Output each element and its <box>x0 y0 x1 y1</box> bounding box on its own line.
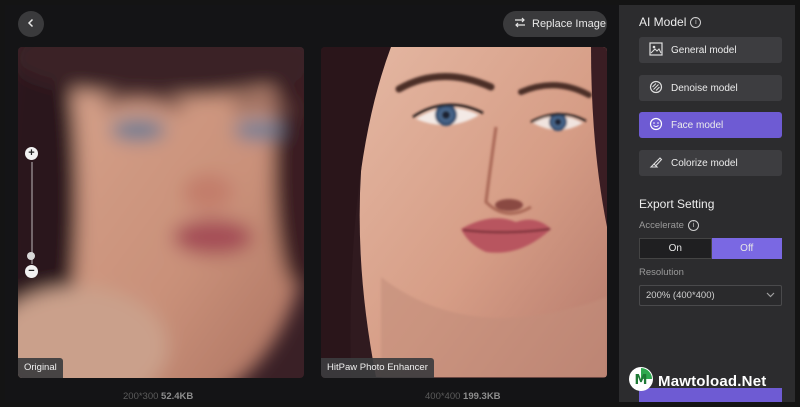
original-dimensions: 200*300 <box>123 391 159 402</box>
settings-sidebar: AI Model i General model Denoise model F… <box>619 5 795 402</box>
colorize-icon <box>649 155 663 172</box>
accelerate-toggle: On Off <box>639 238 782 259</box>
watermark-logo-icon: M <box>628 366 654 397</box>
resolution-label: Resolution <box>639 267 684 278</box>
original-image-panel: Original <box>18 47 304 378</box>
info-icon[interactable]: i <box>690 16 702 28</box>
face-icon <box>649 117 663 134</box>
ai-model-heading: AI Model i <box>639 15 702 29</box>
face-model-label: Face model <box>671 119 724 131</box>
chevron-down-icon <box>766 290 775 301</box>
resolution-value: 200% (400*400) <box>646 290 715 301</box>
ai-model-title: AI Model <box>639 15 687 29</box>
general-model-label: General model <box>671 44 737 56</box>
enhanced-portrait-image <box>321 47 607 378</box>
face-model-button[interactable]: Face model <box>639 112 782 138</box>
svg-text:M: M <box>635 373 648 388</box>
colorize-model-button[interactable]: Colorize model <box>639 150 782 176</box>
original-file-size: 52.4KB <box>161 391 194 402</box>
watermark-text: Mawtoload.Net <box>658 373 767 390</box>
enhanced-tag: HitPaw Photo Enhancer <box>321 358 434 378</box>
enhanced-file-size: 199.3KB <box>463 391 501 402</box>
chevron-left-icon <box>26 15 36 33</box>
watermark: M Mawtoload.Net <box>628 366 766 397</box>
original-file-info: 200*300 52.4KB <box>123 391 193 402</box>
accelerate-label: Accelerate <box>639 220 684 231</box>
resolution-select[interactable]: 200% (400*400) <box>639 285 782 306</box>
replace-image-button[interactable]: Replace Image <box>503 11 607 37</box>
preview-area: Replace Image Original HitPaw Photo Enha… <box>5 5 619 402</box>
denoise-model-label: Denoise model <box>671 82 738 94</box>
colorize-model-label: Colorize model <box>671 157 738 169</box>
denoise-icon <box>649 80 663 97</box>
zoom-out-button[interactable]: − <box>25 265 38 278</box>
image-icon <box>649 41 663 59</box>
original-portrait-image <box>18 47 304 378</box>
zoom-slider-track[interactable] <box>30 162 33 264</box>
info-icon[interactable]: i <box>687 220 699 231</box>
enhanced-dimensions: 400*400 <box>425 391 461 402</box>
replace-image-label: Replace Image <box>532 18 606 30</box>
accelerate-on-option[interactable]: On <box>639 238 712 259</box>
zoom-slider-handle[interactable] <box>27 252 35 260</box>
export-setting-title: Export Setting <box>639 197 715 211</box>
accelerate-heading: Accelerate i <box>639 220 699 231</box>
enhanced-file-info: 400*400 199.3KB <box>425 391 501 402</box>
enhanced-image-panel: HitPaw Photo Enhancer <box>321 47 607 378</box>
accelerate-off-option[interactable]: Off <box>711 238 782 259</box>
original-tag: Original <box>18 358 63 378</box>
app-window: Replace Image Original HitPaw Photo Enha… <box>5 5 795 402</box>
swap-icon <box>514 17 526 31</box>
back-button[interactable] <box>18 11 44 37</box>
general-model-button[interactable]: General model <box>639 37 782 63</box>
zoom-in-button[interactable]: + <box>25 147 38 160</box>
denoise-model-button[interactable]: Denoise model <box>639 75 782 101</box>
